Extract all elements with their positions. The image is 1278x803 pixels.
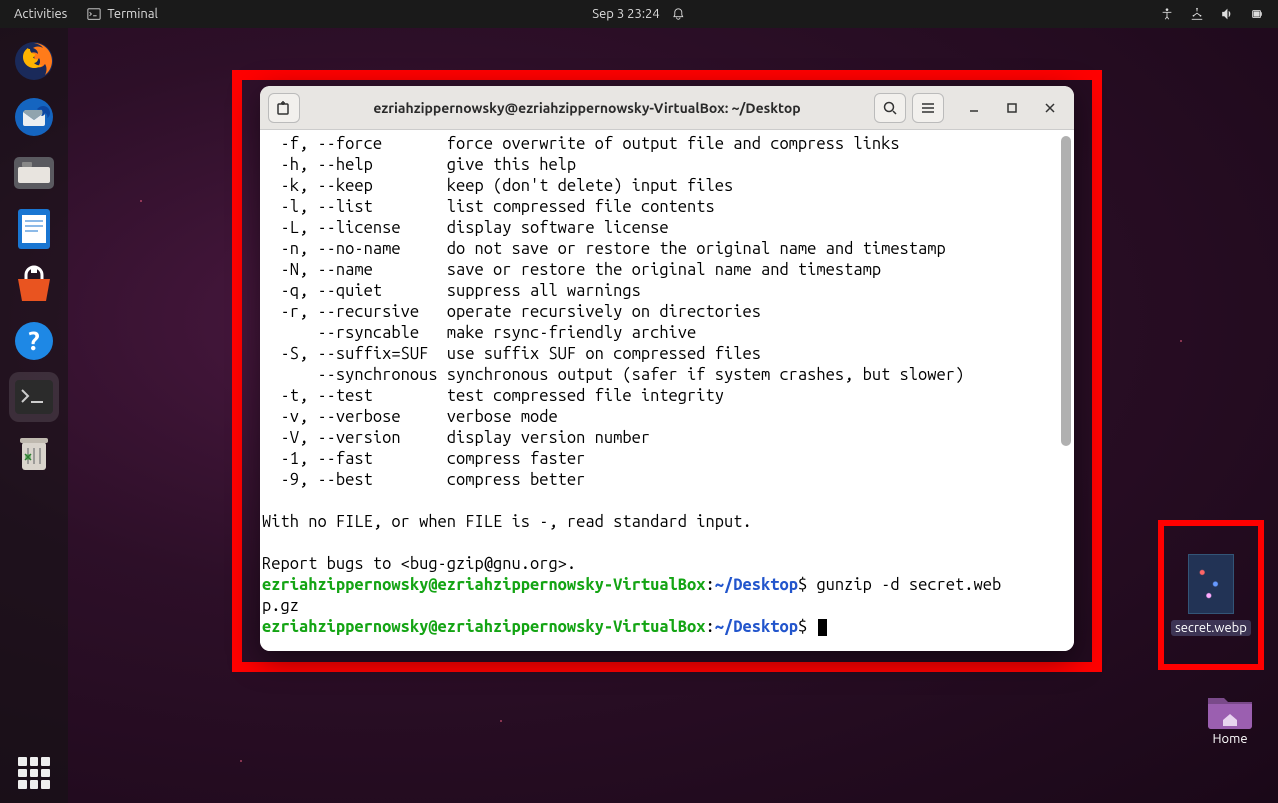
help-line: --synchronous synchronous output (safer … xyxy=(262,366,964,384)
dock-trash[interactable] xyxy=(9,428,59,478)
prompt-sep: : xyxy=(706,618,715,636)
hamburger-icon xyxy=(920,100,936,116)
dock-writer[interactable] xyxy=(9,204,59,254)
desktop-icon-label: secret.webp xyxy=(1171,620,1251,636)
dock-software[interactable] xyxy=(9,260,59,310)
clock[interactable]: Sep 3 23:24 xyxy=(592,7,659,21)
svg-text:?: ? xyxy=(28,326,39,355)
maximize-button[interactable] xyxy=(1000,96,1024,120)
new-tab-button[interactable] xyxy=(268,93,300,123)
terminal-icon xyxy=(87,7,101,21)
dock-terminal[interactable] xyxy=(9,372,59,422)
topbar: Activities Terminal Sep 3 23:24 xyxy=(0,0,1278,28)
prompt-user: ezriahzippernowsky@ezriahzippernowsky-Vi… xyxy=(262,576,706,594)
desktop-icon-label: Home xyxy=(1212,732,1247,746)
prompt-sep: : xyxy=(706,576,715,594)
help-line: -r, --recursive operate recursively on d… xyxy=(262,303,761,321)
help-line: -n, --no-name do not save or restore the… xyxy=(262,240,946,258)
show-applications-button[interactable] xyxy=(18,757,50,789)
power-icon[interactable] xyxy=(1250,7,1264,21)
help-line: -f, --force force overwrite of output fi… xyxy=(262,135,900,153)
activities-button[interactable]: Activities xyxy=(14,7,67,21)
image-thumbnail-icon xyxy=(1188,554,1234,614)
prompt-path: ~/Desktop xyxy=(715,618,798,636)
topbar-app-menu[interactable]: Terminal xyxy=(87,7,158,21)
network-icon[interactable] xyxy=(1190,7,1204,21)
topbar-app-label: Terminal xyxy=(107,7,158,21)
prompt-path: ~/Desktop xyxy=(715,576,798,594)
prompt-user: ezriahzippernowsky@ezriahzippernowsky-Vi… xyxy=(262,618,706,636)
command-text xyxy=(807,618,816,636)
help-line: -V, --version display version number xyxy=(262,429,650,447)
help-line: -v, --verbose verbose mode xyxy=(262,408,558,426)
help-line: -1, --fast compress faster xyxy=(262,450,585,468)
terminal-output[interactable]: -f, --force force overwrite of output fi… xyxy=(260,130,1074,651)
help-line: -N, --name save or restore the original … xyxy=(262,261,881,279)
help-line: -k, --keep keep (don't delete) input fil… xyxy=(262,177,733,195)
minimize-button[interactable] xyxy=(962,96,986,120)
help-line: --rsyncable make rsync-friendly archive xyxy=(262,324,696,342)
notification-icon[interactable] xyxy=(672,7,686,21)
cursor xyxy=(818,619,827,636)
help-line: -q, --quiet suppress all warnings xyxy=(262,282,641,300)
search-icon xyxy=(882,100,898,116)
window-title: ezriahzippernowsky@ezriahzippernowsky-Vi… xyxy=(306,100,868,116)
desktop-icon-home[interactable]: Home xyxy=(1185,688,1275,746)
home-folder-icon xyxy=(1205,688,1255,732)
help-line: -t, --test test compressed file integrit… xyxy=(262,387,724,405)
help-line: With no FILE, or when FILE is -, read st… xyxy=(262,513,752,531)
dock: ? xyxy=(0,28,68,803)
desktop-icon-secret[interactable]: secret.webp xyxy=(1171,554,1251,636)
volume-icon[interactable] xyxy=(1220,7,1234,21)
help-line: -S, --suffix=SUF use suffix SUF on compr… xyxy=(262,345,761,363)
menu-button[interactable] xyxy=(912,93,944,123)
close-button[interactable] xyxy=(1038,96,1062,120)
scrollbar[interactable] xyxy=(1061,136,1071,446)
help-line: -L, --license display software license xyxy=(262,219,669,237)
help-line: -l, --list list compressed file contents xyxy=(262,198,715,216)
help-line: -9, --best compress better xyxy=(262,471,585,489)
dock-files[interactable] xyxy=(9,148,59,198)
prompt-dollar: $ xyxy=(798,576,807,594)
titlebar: ezriahzippernowsky@ezriahzippernowsky-Vi… xyxy=(260,86,1074,130)
search-button[interactable] xyxy=(874,93,906,123)
terminal-window: ezriahzippernowsky@ezriahzippernowsky-Vi… xyxy=(260,86,1074,651)
help-line: Report bugs to <bug-gzip@gnu.org>. xyxy=(262,555,576,573)
dock-thunderbird[interactable] xyxy=(9,92,59,142)
highlight-secret: secret.webp xyxy=(1158,520,1264,670)
prompt-dollar: $ xyxy=(798,618,807,636)
dock-firefox[interactable] xyxy=(9,36,59,86)
command-text: gunzip -d secret.web xyxy=(807,576,1001,594)
command-text-wrap: p.gz xyxy=(262,597,299,615)
dock-help[interactable]: ? xyxy=(9,316,59,366)
accessibility-icon[interactable] xyxy=(1160,7,1174,21)
help-line: -h, --help give this help xyxy=(262,156,576,174)
